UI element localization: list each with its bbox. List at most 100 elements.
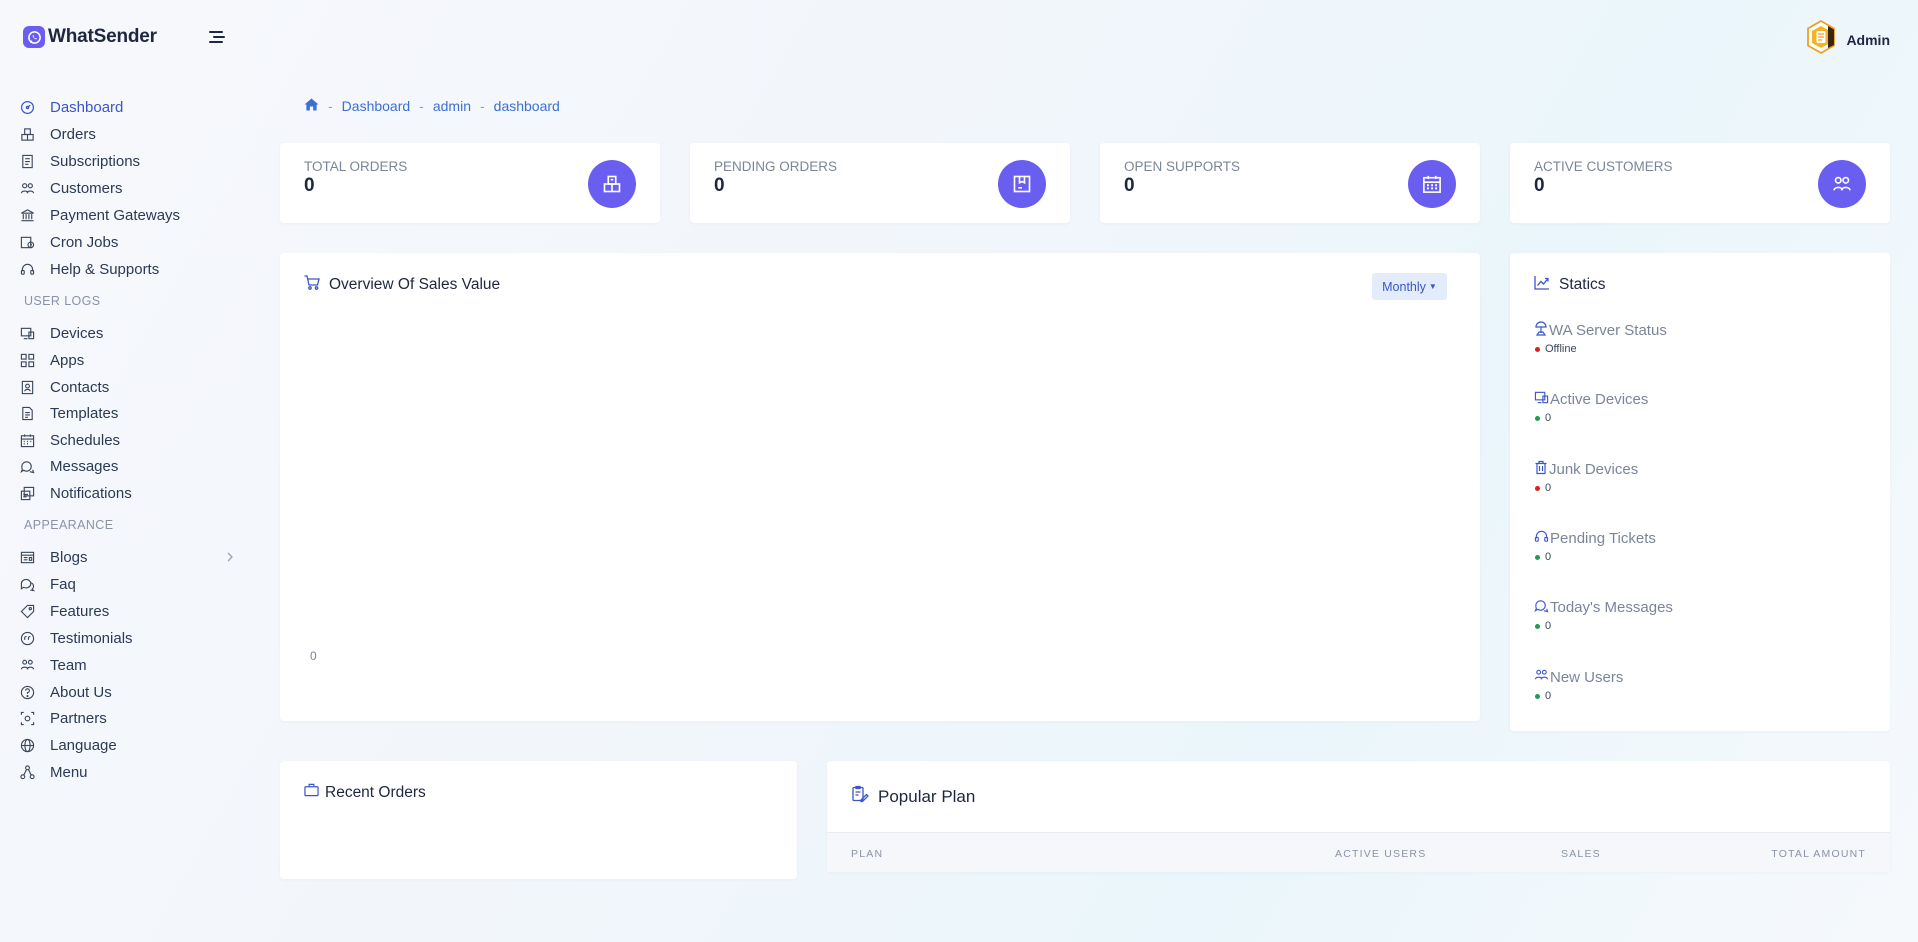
sidebar-item-dashboard[interactable]: Dashboard (19, 96, 234, 118)
statics-item-new-users: New Users 0 (1534, 668, 1623, 702)
team-icon (19, 657, 35, 673)
breadcrumb-link-dashboard[interactable]: Dashboard (342, 98, 411, 114)
statics-title: Statics (1559, 276, 1606, 293)
sidebar-item-label: Partners (50, 709, 107, 727)
home-icon[interactable] (304, 98, 319, 114)
sales-overview-header: Overview Of Sales Value (304, 275, 500, 295)
recent-orders-card: Recent Orders (280, 761, 797, 879)
stat-value: 0 (1124, 175, 1135, 196)
sidebar-item-label: Templates (50, 404, 119, 422)
sidebar-item-schedules[interactable]: Schedules (19, 429, 234, 451)
sidebar-item-label: Customers (50, 179, 123, 197)
sidebar-item-help-supports[interactable]: Help & Supports (19, 258, 234, 280)
messages-icon (1534, 598, 1549, 617)
sidebar-item-cron-jobs[interactable]: Cron Jobs (19, 231, 234, 253)
users-icon (1818, 160, 1866, 208)
user-menu[interactable]: Admin (1806, 19, 1890, 59)
sidebar-item-label: Blogs (50, 548, 88, 566)
calendar-icon (1408, 160, 1456, 208)
sidebar-item-subscriptions[interactable]: Subscriptions (19, 150, 234, 172)
sidebar-item-orders[interactable]: Orders (19, 123, 234, 145)
sidebar-item-label: Features (50, 602, 110, 620)
caret-down-icon: ▼ (1428, 282, 1437, 291)
table-header-row: PLAN ACTIVE USERS SALES TOTAL AMOUNT (827, 832, 1890, 872)
sidebar-item-label: Messages (50, 457, 119, 475)
sidebar: WhatSender Dashboard Orders Subscription… (0, 0, 250, 942)
brand[interactable]: WhatSender (23, 26, 157, 48)
sidebar-item-label: Apps (50, 351, 85, 369)
devices-icon (19, 325, 35, 341)
dashboard-icon (19, 99, 35, 115)
stat-value: 0 (304, 175, 315, 196)
sales-overview-title: Overview Of Sales Value (329, 276, 501, 293)
blogs-icon (19, 549, 35, 565)
table-header-active-users: ACTIVE USERS (1335, 848, 1427, 860)
stat-card-active-customers: ACTIVE CUSTOMERS 0 (1510, 143, 1890, 223)
status-dot (1535, 554, 1540, 560)
avatar (1806, 19, 1836, 59)
features-icon (19, 603, 35, 619)
stat-card-pending-orders: PENDING ORDERS 0 (690, 143, 1070, 223)
sidebar-item-label: Contacts (50, 378, 110, 396)
package-icon (998, 160, 1046, 208)
sidebar-item-language[interactable]: Language (19, 734, 234, 756)
status-dot (1535, 623, 1540, 629)
popular-plan-header: Popular Plan (851, 785, 975, 808)
sidebar-toggle-icon[interactable] (207, 29, 227, 45)
sidebar-item-label: Menu (50, 763, 88, 781)
table-header-sales: SALES (1561, 848, 1601, 860)
sidebar-item-notifications[interactable]: Notifications (19, 482, 234, 504)
quote-icon (19, 630, 35, 646)
sidebar-item-testimonials[interactable]: Testimonials (19, 627, 234, 649)
statics-item-label: Today's Messages (1550, 599, 1673, 616)
stat-label: TOTAL ORDERS (304, 159, 408, 174)
sidebar-item-menu[interactable]: Menu (19, 761, 234, 783)
sidebar-item-blogs[interactable]: Blogs (19, 546, 234, 568)
statics-item-active-devices: Active Devices 0 (1534, 390, 1648, 424)
sidebar-item-templates[interactable]: Templates (19, 402, 234, 424)
statics-item-value: 0 (1545, 482, 1552, 494)
question-icon (19, 684, 35, 700)
statics-item-value: 0 (1545, 412, 1552, 424)
sidebar-item-label: Schedules (50, 431, 121, 449)
trend-chart-icon (1534, 275, 1550, 295)
period-dropdown[interactable]: Monthly ▼ (1372, 273, 1447, 300)
sidebar-item-messages[interactable]: Messages (19, 455, 234, 477)
sidebar-item-label: Help & Supports (50, 260, 160, 278)
stat-label: PENDING ORDERS (714, 159, 838, 174)
sidebar-item-faq[interactable]: Faq (19, 573, 234, 595)
sidebar-item-features[interactable]: Features (19, 600, 234, 622)
notifications-icon (19, 485, 35, 501)
chevron-right-icon (226, 550, 234, 568)
statics-item-value: 0 (1545, 620, 1552, 632)
sidebar-item-partners[interactable]: Partners (19, 707, 234, 729)
sidebar-item-customers[interactable]: Customers (19, 177, 234, 199)
faq-icon (19, 576, 35, 592)
sidebar-item-label: Orders (50, 125, 96, 143)
breadcrumb-current[interactable]: dashboard (494, 98, 560, 114)
popular-plan-card: Popular Plan PLAN ACTIVE USERS SALES TOT… (827, 761, 1890, 872)
sidebar-item-label: About Us (50, 683, 112, 701)
breadcrumb-link-admin[interactable]: admin (433, 98, 471, 114)
statics-item-value: 0 (1545, 551, 1552, 563)
sidebar-item-label: Faq (50, 575, 76, 593)
sidebar-item-payment-gateways[interactable]: Payment Gateways (19, 204, 234, 226)
sidebar-item-about-us[interactable]: About Us (19, 681, 234, 703)
breadcrumb: - Dashboard - admin - dashboard (304, 98, 560, 114)
recent-orders-title: Recent Orders (325, 783, 426, 801)
period-dropdown-label: Monthly (1382, 279, 1426, 294)
globe-icon (19, 737, 35, 753)
sidebar-item-label: Team (50, 656, 87, 674)
sidebar-item-team[interactable]: Team (19, 654, 234, 676)
sidebar-item-label: Subscriptions (50, 152, 141, 170)
whatsapp-logo-icon (23, 26, 45, 48)
sidebar-item-apps[interactable]: Apps (19, 349, 234, 371)
sidebar-item-contacts[interactable]: Contacts (19, 376, 234, 398)
statics-item-label: Pending Tickets (1550, 530, 1656, 547)
stat-label: OPEN SUPPORTS (1124, 159, 1241, 174)
popular-plan-title: Popular Plan (878, 786, 976, 806)
sidebar-item-label: Cron Jobs (50, 233, 119, 251)
sidebar-item-devices[interactable]: Devices (19, 322, 234, 344)
sidebar-item-label: Language (50, 736, 117, 754)
statics-item-wa-server-status: WA Server Status Offline (1534, 321, 1667, 355)
